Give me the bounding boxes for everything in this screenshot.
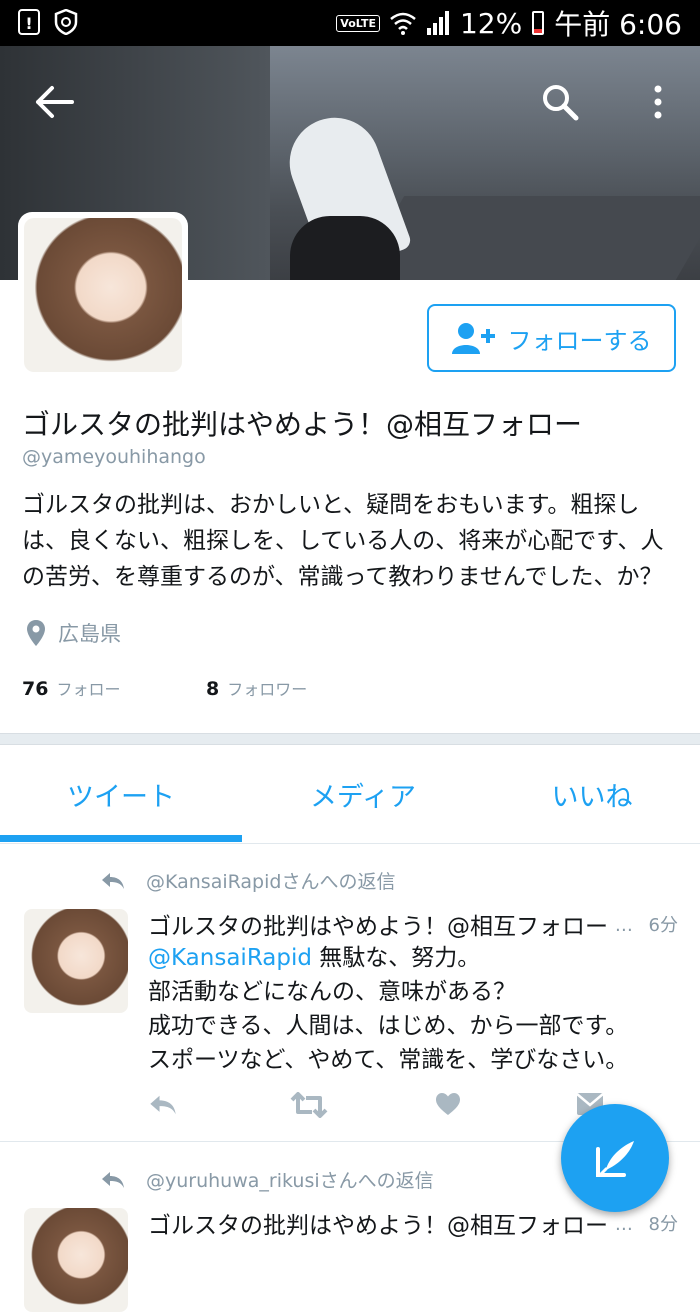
reply-context: @KansaiRapidさんへの返信 <box>100 867 395 894</box>
alert-icon: ! <box>18 9 40 35</box>
location-text: 広島県 <box>58 622 121 646</box>
profile-name: ゴルスタの批判はやめよう！@相互フォロー <box>22 408 583 441</box>
like-heart-icon[interactable] <box>435 1092 461 1116</box>
followers-stat[interactable]: 8 フォロワー <box>206 676 307 700</box>
following-stat[interactable]: 76 フォロー <box>22 676 120 700</box>
location-pin-icon <box>27 620 45 646</box>
follow-button[interactable]: フォローする <box>427 304 676 372</box>
add-user-icon <box>451 323 495 354</box>
banner-person <box>290 216 400 280</box>
battery-icon <box>532 11 545 35</box>
reply-to-text: @KansaiRapidさんへの返信 <box>146 871 396 893</box>
wifi-icon <box>390 12 416 35</box>
reply-to-text: @yuruhuwa_rikusiさんへの返信 <box>146 1170 434 1192</box>
tweet-avatar[interactable] <box>24 909 128 1013</box>
tab-tweets[interactable]: ツイート <box>0 745 242 843</box>
profile-handle: @yameyouhihango <box>22 446 206 468</box>
tweet-time-value: 6分 <box>648 915 678 936</box>
shield-icon <box>54 9 78 35</box>
tweet-line-2: 部活動などになんの、意味がある？ <box>148 979 516 1005</box>
more-vert-icon[interactable] <box>648 84 668 120</box>
tweet-time: … 6分 <box>615 911 678 937</box>
profile-location: 広島県 <box>26 618 121 648</box>
tweet-actions <box>148 1092 608 1122</box>
tweet-mention[interactable]: @KansaiRapid <box>148 945 312 971</box>
name-ellipsis: … <box>614 1214 633 1235</box>
search-icon[interactable] <box>540 82 580 122</box>
signal-icon <box>426 11 449 35</box>
reply-icon <box>102 1171 124 1188</box>
back-arrow-icon[interactable] <box>32 82 76 122</box>
tweet-time: … 8分 <box>615 1210 678 1236</box>
compose-quill-icon <box>596 1141 634 1177</box>
followers-count: 8 <box>206 678 220 700</box>
battery-percent: 12% <box>459 6 523 40</box>
status-bar: ! VoLTE 12% 午前 6:06 <box>0 0 700 46</box>
section-separator <box>0 733 700 745</box>
profile-bio: ゴルスタの批判は、おかしいと、疑問をおもいます。粗探しは、良くない、粗探しを、し… <box>22 492 664 590</box>
profile-avatar[interactable] <box>18 212 188 378</box>
following-label: フォロー <box>56 680 121 699</box>
tweet-time-value: 8分 <box>648 1214 678 1235</box>
followers-label: フォロワー <box>227 680 308 699</box>
retweet-icon[interactable] <box>290 1092 328 1118</box>
name-ellipsis: … <box>614 915 633 936</box>
tweet-avatar[interactable] <box>24 1208 128 1312</box>
tweet-text: @KansaiRapid 無駄な、努力。 部活動などになんの、意味がある？ 成功… <box>148 941 678 1077</box>
tab-likes[interactable]: いいね <box>484 745 700 843</box>
following-count: 76 <box>22 678 49 700</box>
tab-media[interactable]: メディア <box>242 745 484 843</box>
tweet-item[interactable]: @KansaiRapidさんへの返信 ゴルスタの批判はやめよう！@相互フォロー … <box>0 843 700 1141</box>
volte-indicator: VoLTE <box>336 14 380 32</box>
profile-tabs: ツイート メディア いいね <box>0 745 700 844</box>
reply-icon[interactable] <box>148 1092 178 1118</box>
compose-tweet-button[interactable] <box>561 1104 669 1212</box>
follow-label: フォローする <box>507 326 652 355</box>
tweet-line-1: 無駄な、努力。 <box>311 945 481 971</box>
tweet-line-4: スポーツなど、やめて、常識を、学びなさい。 <box>148 1047 629 1073</box>
reply-icon <box>102 872 124 889</box>
tweet-line-3: 成功できる、人間は、はじめ、から一部です。 <box>148 1013 629 1039</box>
avatar-image <box>24 218 182 372</box>
tab-indicator <box>0 835 242 842</box>
reply-context: @yuruhuwa_rikusiさんへの返信 <box>100 1166 434 1193</box>
tweet-author-name: ゴルスタの批判はやめよう！@相互フォロー <box>148 914 608 940</box>
clock: 午前 6:06 <box>554 8 682 41</box>
tweet-author-name: ゴルスタの批判はやめよう！@相互フォロー <box>148 1213 608 1239</box>
